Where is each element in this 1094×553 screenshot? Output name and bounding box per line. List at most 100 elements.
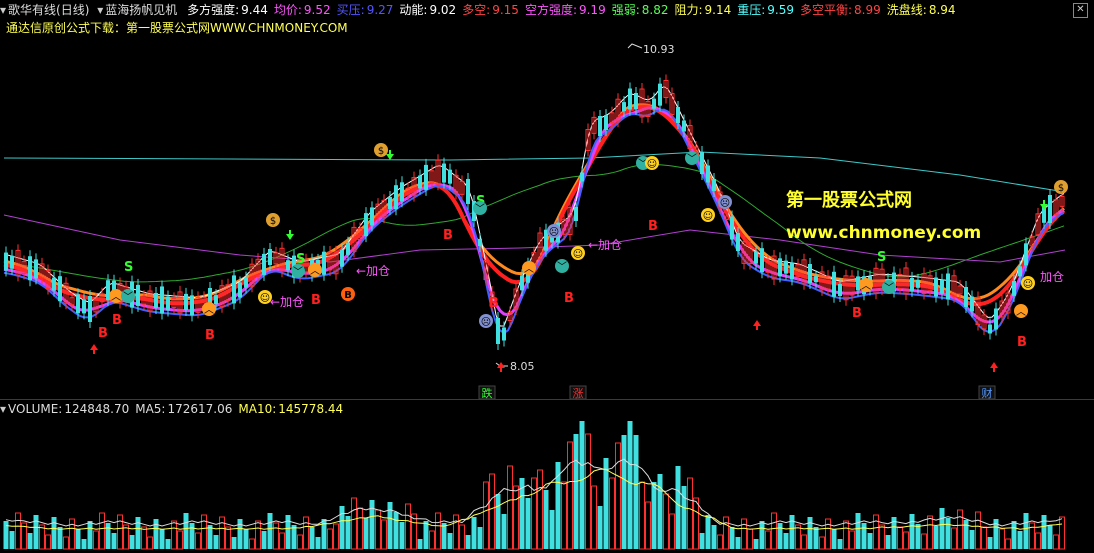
volume-bar [75, 529, 81, 549]
volume-bar [315, 537, 321, 549]
volume-bar [585, 433, 591, 550]
volume-bar [657, 474, 663, 549]
volume-bar [45, 534, 51, 550]
volume-bar [675, 466, 681, 549]
volume-bar [855, 513, 861, 549]
volume-bar [1053, 534, 1059, 550]
volume-bar [237, 519, 243, 549]
volume-bar [1059, 516, 1065, 550]
volume-bar [423, 521, 429, 549]
volume-bar [333, 523, 339, 550]
volume-bar [573, 434, 579, 549]
volume-bar [555, 462, 561, 549]
volume-bar [597, 506, 603, 549]
volume-bar [171, 520, 177, 550]
volume-bar [813, 527, 819, 549]
volume-bar [435, 512, 441, 550]
volume-bar [363, 518, 369, 549]
volume-bar [621, 435, 627, 549]
volume-bar [687, 477, 693, 550]
volume-bar [429, 530, 435, 550]
volume-bar [705, 515, 711, 549]
volume-bar [717, 534, 723, 550]
volume-bar [933, 526, 939, 549]
volume-bar [819, 536, 825, 550]
volume-bar [663, 493, 669, 550]
volume-bar [81, 539, 87, 549]
volume-bar [981, 526, 987, 550]
volume-bar [453, 514, 459, 550]
volume-bar [699, 533, 705, 549]
volume-bar [579, 421, 585, 549]
volume-bar [27, 533, 33, 549]
volume-bar [603, 458, 609, 549]
volume-bar [873, 514, 879, 550]
volume-bar [735, 537, 741, 549]
volume-bar [129, 535, 135, 549]
volume-bar [543, 490, 549, 549]
volume-bar [507, 465, 513, 550]
volume-bar [351, 497, 357, 550]
volume-bar [267, 513, 273, 549]
volume-bar [495, 494, 501, 549]
volume-bar [327, 528, 333, 550]
volume-bar [513, 485, 519, 550]
volume-bar [861, 523, 867, 549]
volume-bar [645, 501, 651, 550]
volume-bar [939, 508, 945, 549]
volume-bar [153, 519, 159, 549]
volume-bar [243, 529, 249, 549]
volume-bar [711, 525, 717, 549]
volume-bar [921, 533, 927, 550]
volume-bar [255, 520, 261, 550]
volume-bar [843, 520, 849, 550]
volume-bar [165, 539, 171, 549]
volume-bar [627, 421, 633, 549]
volume-bar [501, 514, 507, 549]
volume-bar [417, 539, 423, 549]
volume-bar [537, 469, 543, 550]
volume-bar [111, 533, 117, 549]
volume-bar [747, 528, 753, 550]
volume-bar [615, 442, 621, 550]
volume-bar [93, 530, 99, 550]
volume-bar [1005, 538, 1011, 550]
volume-bar [945, 518, 951, 549]
volume-bar [669, 513, 675, 550]
volume-bar [561, 481, 567, 550]
volume-bar [765, 530, 771, 550]
volume-bar [231, 537, 237, 549]
volume-bar [99, 512, 105, 550]
volume-bar [297, 534, 303, 550]
volume-bar [465, 535, 471, 549]
ma5-line [5, 458, 1063, 527]
volume-bar [291, 525, 297, 549]
volume-bar [3, 521, 9, 549]
volume-bar [879, 524, 885, 550]
volume-bar [381, 519, 387, 550]
volume-bar [999, 528, 1005, 550]
volume-bar [549, 510, 555, 549]
volume-bar [903, 531, 909, 550]
volume-bar [357, 507, 363, 550]
volume-bar [777, 523, 783, 549]
volume-bar [909, 514, 915, 549]
volume-bar [729, 527, 735, 549]
volume-bar [63, 536, 69, 550]
volume-bar [807, 517, 813, 549]
volume-bar [405, 503, 411, 550]
volume-bar [225, 526, 231, 550]
volume-bar [969, 530, 975, 549]
volume-bar [447, 533, 453, 549]
volume-chart[interactable] [0, 0, 1094, 553]
volume-bar [963, 520, 969, 549]
volume-bar [195, 532, 201, 550]
volume-bar [837, 539, 843, 549]
volume-bar [759, 521, 765, 549]
volume-bar [831, 529, 837, 549]
volume-bar [399, 522, 405, 549]
volume-bar [219, 516, 225, 550]
volume-bar [639, 481, 645, 550]
volume-bar [69, 518, 75, 550]
volume-bar [1011, 521, 1017, 549]
